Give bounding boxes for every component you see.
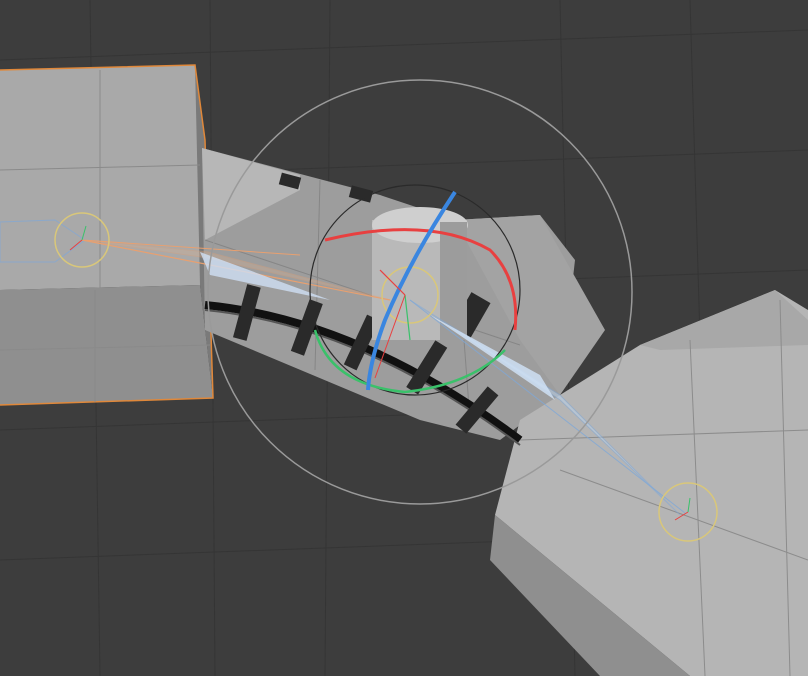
left-block[interactable] (0, 64, 214, 406)
3d-viewport[interactable] (0, 0, 808, 676)
viewport-canvas[interactable] (0, 0, 808, 676)
